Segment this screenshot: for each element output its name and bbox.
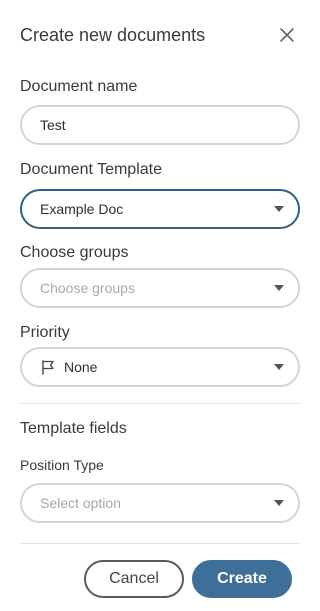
document-template-select[interactable]: Example Doc (20, 189, 300, 229)
document-name-value: Test (40, 117, 66, 133)
chevron-down-icon (274, 500, 284, 506)
document-template-value: Example Doc (40, 201, 124, 217)
position-type-select[interactable]: Select option (20, 483, 300, 523)
priority-select[interactable]: None (20, 347, 300, 387)
chevron-down-icon (274, 285, 284, 291)
divider (20, 403, 300, 404)
choose-groups-select[interactable]: Choose groups (20, 268, 300, 308)
cancel-button[interactable]: Cancel (84, 560, 184, 598)
flag-icon (42, 360, 54, 375)
dialog-header: Create new documents (20, 22, 300, 48)
priority-label: Priority (20, 324, 70, 341)
choose-groups-placeholder: Choose groups (40, 280, 135, 296)
document-name-input[interactable]: Test (20, 105, 300, 145)
priority-value: None (64, 359, 98, 375)
chevron-down-icon (274, 364, 284, 370)
position-type-placeholder: Select option (40, 495, 121, 511)
close-icon[interactable] (278, 26, 296, 44)
divider (20, 543, 300, 544)
template-fields-heading: Template fields (20, 420, 127, 437)
choose-groups-label: Choose groups (20, 244, 129, 261)
dialog-title: Create new documents (20, 25, 206, 45)
document-template-label: Document Template (20, 161, 162, 178)
position-type-label: Position Type (20, 457, 104, 473)
create-button[interactable]: Create (192, 560, 292, 598)
chevron-down-icon (274, 206, 284, 212)
document-name-label: Document name (20, 78, 138, 95)
